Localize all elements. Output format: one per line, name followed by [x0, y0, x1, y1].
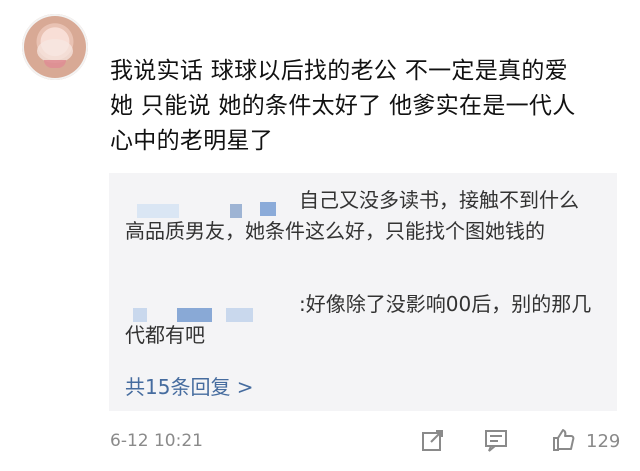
reply-prefix: : — [299, 292, 306, 316]
comment-footer: 6-12 10:21 129 — [110, 425, 620, 460]
blurred-username — [125, 298, 295, 322]
reply-item[interactable]: :好像除了没影响00后，别的那几代都有吧 — [125, 289, 593, 351]
comment-line: 心中的老明星了 — [110, 128, 274, 154]
comment-line: 我说实话 球球以后找的老公 不一定是真的爱 — [110, 58, 568, 84]
avatar[interactable] — [22, 14, 88, 80]
timestamp: 6-12 10:21 — [110, 431, 203, 451]
share-icon[interactable] — [418, 425, 448, 455]
comment-text: 我说实话 球球以后找的老公 不一定是真的爱 她 只能说 她的条件太好了 他爹实在… — [110, 54, 615, 159]
reply-item[interactable]: 自己又没多读书，接触不到什么高品质男友，她条件这么好，只能找个图她钱的 — [125, 185, 593, 247]
more-replies-link[interactable]: 共15条回复 > — [125, 371, 254, 400]
blurred-username — [125, 194, 295, 218]
like-icon[interactable] — [548, 425, 578, 455]
comment-line: 她 只能说 她的条件太好了 他爹实在是一代人 — [110, 93, 576, 119]
like-count: 129 — [586, 431, 621, 452]
comment-icon[interactable] — [481, 425, 511, 455]
reply-box: 自己又没多读书，接触不到什么高品质男友，她条件这么好，只能找个图她钱的 :好像除… — [109, 173, 617, 411]
